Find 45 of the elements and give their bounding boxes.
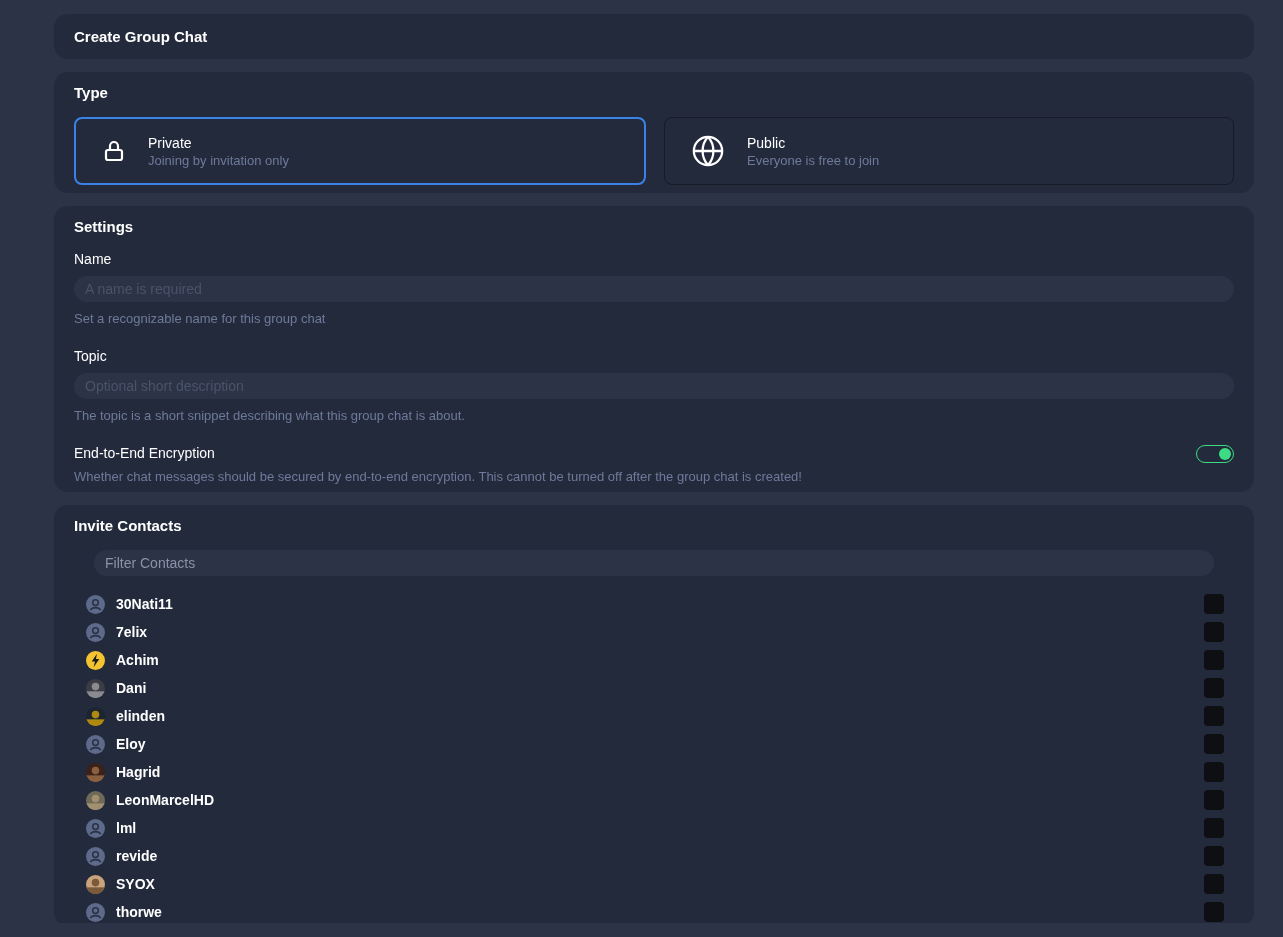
globe-icon	[691, 134, 725, 168]
lock-icon	[102, 139, 126, 163]
contact-name: Hagrid	[116, 764, 162, 780]
checkbox[interactable]	[1204, 762, 1224, 782]
section-heading: Type	[74, 84, 109, 101]
checkbox[interactable]	[1204, 594, 1224, 614]
filter-field[interactable]: Filter Contacts	[94, 550, 1214, 576]
contact-name: SYOX	[116, 876, 156, 892]
checkbox[interactable]	[1204, 678, 1224, 698]
section-heading: Invite Contacts	[74, 517, 183, 534]
page-title: Create Group Chat	[74, 28, 209, 45]
section-heading: Settings	[74, 218, 135, 235]
checkbox[interactable]	[1204, 734, 1224, 754]
help-text: The topic is a short snippet describing what this group chat is about.	[74, 408, 466, 423]
help-text: Set a recognizable name for this group chat	[74, 311, 327, 326]
type-option[interactable]: Private Joining by invitation only	[74, 117, 646, 185]
checkbox[interactable]	[1204, 902, 1224, 922]
help-text: Whether chat messages should be secured by end-to-end encryption. This cannot be turned off after the group chat is created!	[74, 469, 802, 484]
user-icon	[86, 594, 105, 614]
checkbox[interactable]	[1204, 706, 1224, 726]
user-icon	[86, 734, 105, 754]
field-label: Name	[74, 251, 113, 267]
user-icon	[86, 818, 105, 838]
user-icon	[86, 846, 105, 866]
contact-name: LeonMarcelHD	[116, 792, 216, 808]
type-option[interactable]: Public Everyone is free to join	[664, 117, 1234, 185]
contact-name: revide	[116, 848, 159, 864]
checkbox[interactable]	[1204, 790, 1224, 810]
contact-name: 7elix	[116, 624, 149, 640]
bolt-icon	[86, 650, 105, 670]
checkbox[interactable]	[1204, 818, 1224, 838]
contact-name: Dani	[116, 680, 148, 696]
user-icon	[86, 622, 105, 642]
contact-name: 30Nati11	[116, 596, 174, 612]
contact-name: elinden	[116, 708, 166, 724]
contact-name: thorwe	[116, 904, 163, 920]
checkbox[interactable]	[1204, 874, 1224, 894]
field-label: End-to-End Encryption	[74, 445, 216, 461]
checkbox[interactable]	[1204, 650, 1224, 670]
field-label: Topic	[74, 348, 108, 364]
contact-name: lml	[116, 820, 138, 836]
checkbox[interactable]	[1204, 846, 1224, 866]
contact-name: Achim	[116, 652, 160, 668]
checkbox[interactable]	[1204, 622, 1224, 642]
contact-name: Eloy	[116, 736, 147, 752]
